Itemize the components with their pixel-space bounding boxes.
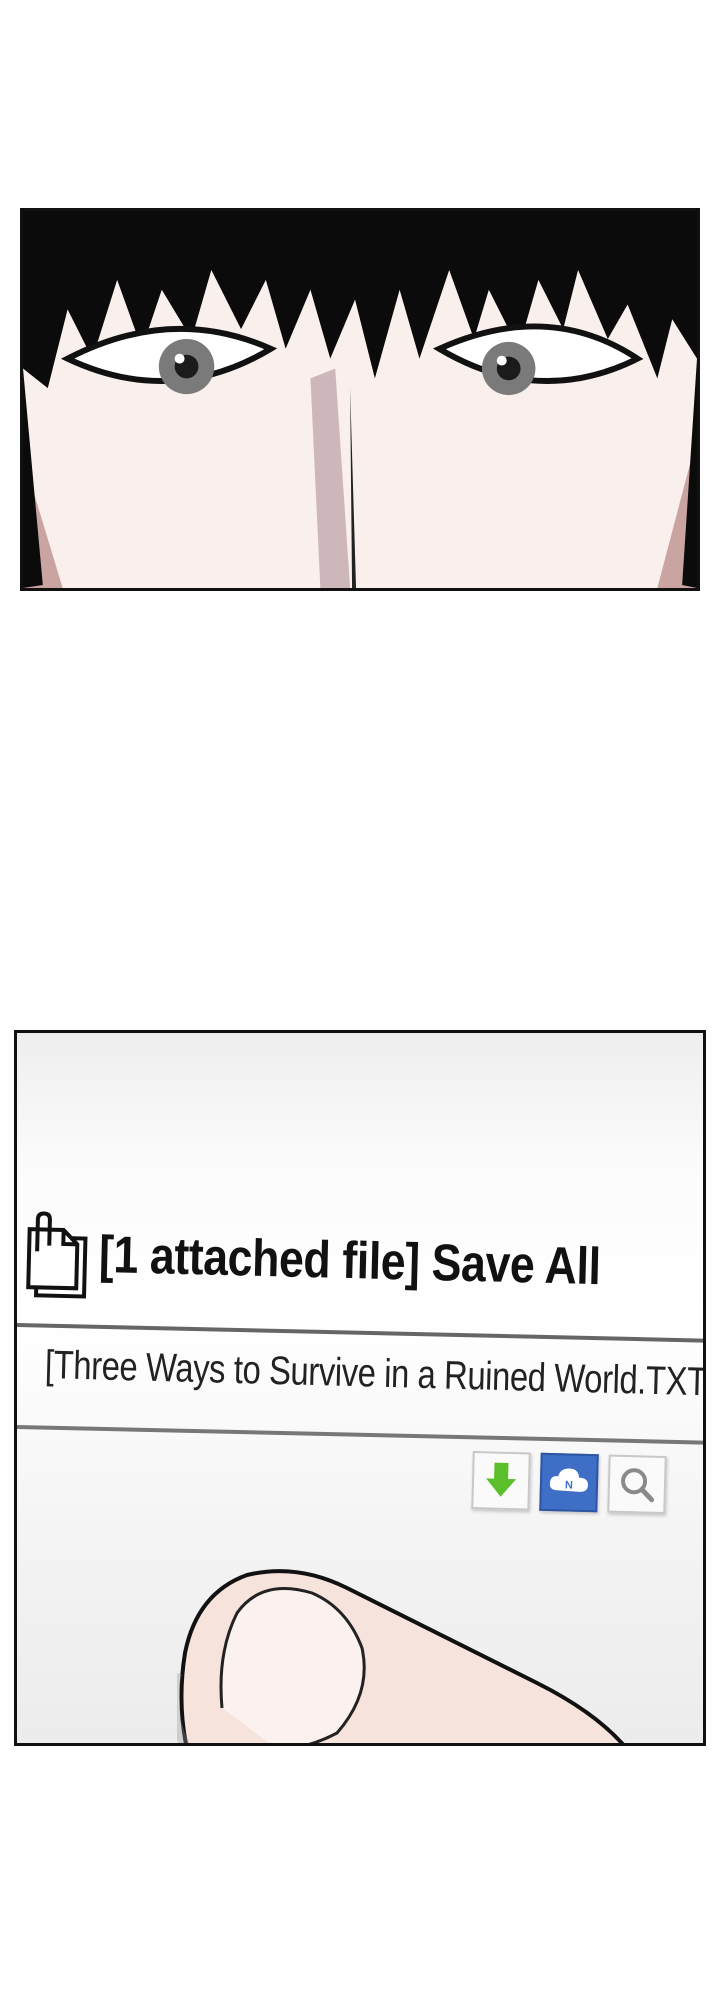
cloud-save-button[interactable]: N <box>539 1452 599 1513</box>
download-arrow-icon <box>486 1462 517 1497</box>
file-name-link[interactable]: [Three Ways to Survive in a Ruined World… <box>44 1343 703 1406</box>
finger-illustration <box>177 1569 625 1743</box>
download-button[interactable] <box>471 1451 531 1511</box>
attachment-title[interactable]: [1 attached file] Save All <box>98 1225 601 1297</box>
eyes-closeup-panel <box>20 208 700 591</box>
magnifier-icon <box>621 1468 655 1503</box>
attachment-panel: [1 attached file] Save All [Three Ways t… <box>14 1030 706 1746</box>
eyes-illustration <box>23 211 697 588</box>
preview-button[interactable] <box>607 1454 667 1515</box>
cloud-badge-text: N <box>565 1479 573 1491</box>
divider-line <box>17 1323 703 1344</box>
paperclip-files-icon <box>26 1211 88 1299</box>
file-action-buttons: N <box>471 1451 667 1515</box>
divider-line <box>17 1425 703 1446</box>
attachment-header: [1 attached file] Save All <box>22 1211 703 1318</box>
cloud-icon: N <box>549 1468 588 1492</box>
